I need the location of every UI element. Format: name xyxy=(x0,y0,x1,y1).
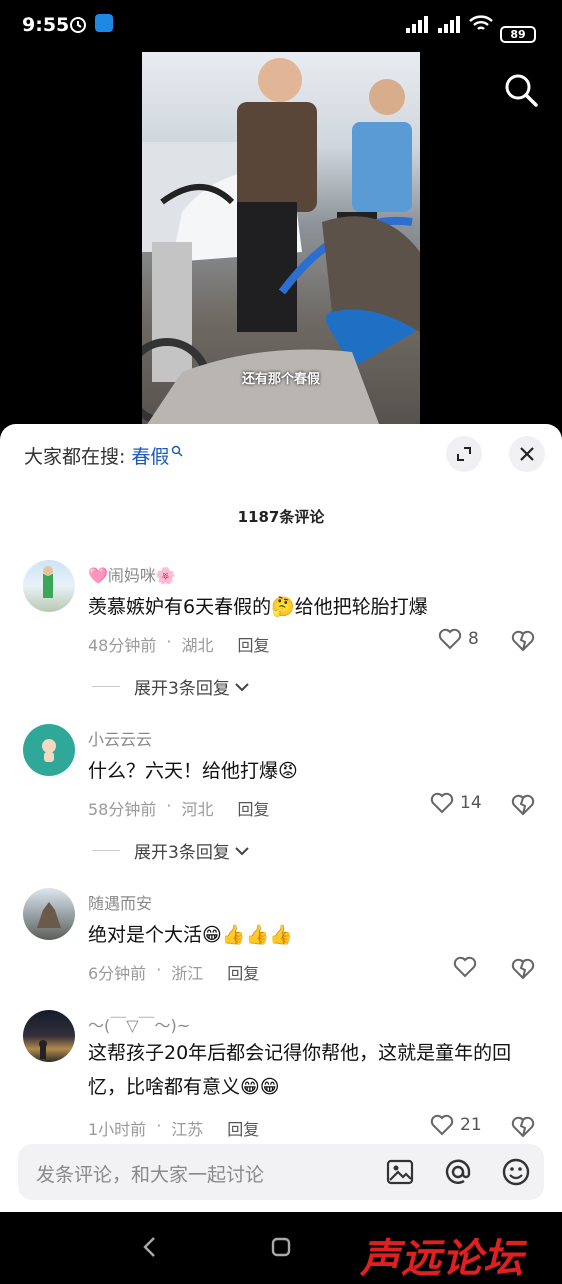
status-bar: 9:55 89 xyxy=(0,0,562,52)
avatar-figure xyxy=(42,739,56,762)
trending-search-label: 大家都在搜: xyxy=(24,445,126,468)
search-icon[interactable] xyxy=(503,72,539,108)
trending-search-bar: 大家都在搜: 春假 xyxy=(24,440,183,470)
comment-meta: 6分钟前 · 浙江 回复 xyxy=(88,960,260,984)
close-button[interactable] xyxy=(509,436,545,472)
chevron-down-icon xyxy=(235,682,249,691)
comment-input-bar[interactable]: 发条评论，和大家一起讨论 xyxy=(18,1144,544,1200)
comment-time: 6分钟前 xyxy=(88,964,147,983)
like-button[interactable]: 21 xyxy=(430,1114,482,1136)
like-count: 8 xyxy=(468,629,479,649)
comment-meta: 48分钟前 · 湖北 回复 xyxy=(88,632,270,656)
signal-icon xyxy=(406,16,428,33)
dislike-icon[interactable] xyxy=(511,630,535,652)
heart-icon xyxy=(438,628,462,650)
heart-icon xyxy=(430,1114,454,1136)
like-button[interactable] xyxy=(453,956,477,978)
comment-item: ～(￣▽￣～)~ 这帮孩子20年后都会记得你帮他，这就是童年的回忆，比啥都有意义… xyxy=(0,1010,562,1150)
comment-author[interactable]: 小云云云 xyxy=(88,726,152,750)
reply-button[interactable]: 回复 xyxy=(237,632,269,656)
comment-location: 湖北 xyxy=(181,636,214,655)
back-icon[interactable] xyxy=(140,1236,160,1258)
comment-location: 河北 xyxy=(181,800,214,819)
avatar[interactable] xyxy=(23,560,75,612)
comment-item: 🩷闹妈咪🌸 羡慕嫉妒有6天春假的🤔给他把轮胎打爆 48分钟前 · 湖北 回复 8… xyxy=(0,560,562,710)
reply-button[interactable]: 回复 xyxy=(227,1116,259,1140)
avatar[interactable] xyxy=(23,1010,75,1062)
comment-count: 1187条评论 xyxy=(237,508,325,526)
app-notification-icon xyxy=(95,14,113,32)
comment-sheet: 大家都在搜: 春假 1187条评论 🩷闹妈咪🌸 羡慕嫉妒有6天春假的🤔给他把轮胎… xyxy=(0,424,562,1212)
comment-text[interactable]: 羡慕嫉妒有6天春假的🤔给他把轮胎打爆 xyxy=(88,590,543,624)
watermark-logo: 声远论坛 xyxy=(360,1236,524,1282)
reply-button[interactable]: 回复 xyxy=(227,960,259,984)
comment-location: 江苏 xyxy=(171,1120,204,1139)
alarm-icon xyxy=(70,17,86,33)
dislike-icon[interactable] xyxy=(511,1116,535,1138)
divider xyxy=(92,686,120,687)
comment-time: 58分钟前 xyxy=(88,800,157,819)
expand-replies-button[interactable]: 展开3条回复 xyxy=(92,674,250,699)
comment-text[interactable]: 这帮孩子20年后都会记得你帮他，这就是童年的回忆，比啥都有意义😁😁 xyxy=(88,1036,543,1104)
avatar-figure xyxy=(39,1040,47,1059)
comment-author[interactable]: ～(￣▽￣～)~ xyxy=(88,1012,190,1036)
comment-item: 小云云云 什么？六天！给他打爆😡 58分钟前 · 河北 回复 14 展开3条回复 xyxy=(0,724,562,874)
comment-location: 浙江 xyxy=(171,964,204,983)
chevron-down-icon xyxy=(235,846,249,855)
wifi-icon xyxy=(469,15,493,30)
expand-replies-label: 展开3条回复 xyxy=(134,843,230,863)
avatar-figure xyxy=(43,566,53,598)
video-player[interactable]: 还有那个春假 xyxy=(0,52,562,432)
heart-icon xyxy=(453,956,477,978)
close-icon xyxy=(520,447,534,461)
expand-replies-button[interactable]: 展开3条回复 xyxy=(92,838,250,863)
at-mention-icon[interactable] xyxy=(442,1156,474,1188)
dislike-icon[interactable] xyxy=(511,958,535,980)
heart-icon xyxy=(430,792,454,814)
video-caption: 还有那个春假 xyxy=(241,372,320,387)
like-count: 21 xyxy=(460,1115,482,1135)
image-icon[interactable] xyxy=(384,1156,416,1188)
avatar[interactable] xyxy=(23,724,75,776)
like-button[interactable]: 14 xyxy=(430,792,482,814)
expand-replies-label: 展开3条回复 xyxy=(134,679,230,699)
emoji-icon[interactable] xyxy=(500,1156,532,1188)
expand-button[interactable] xyxy=(446,436,482,472)
avatar[interactable] xyxy=(23,888,75,940)
comment-time: 1小时前 xyxy=(88,1120,147,1139)
reply-button[interactable]: 回复 xyxy=(237,796,269,820)
expand-icon xyxy=(457,447,471,461)
comment-item: 随遇而安 绝对是个大活😁👍👍👍 6分钟前 · 浙江 回复 xyxy=(0,888,562,998)
comment-meta: 58分钟前 · 河北 回复 xyxy=(88,796,270,820)
battery-icon: 89 xyxy=(500,26,536,43)
comment-input-placeholder[interactable]: 发条评论，和大家一起讨论 xyxy=(36,1160,264,1187)
comment-meta: 1小时前 · 江苏 回复 xyxy=(88,1116,260,1140)
comment-author[interactable]: 随遇而安 xyxy=(88,890,152,914)
like-button[interactable]: 8 xyxy=(438,628,479,650)
comment-time: 48分钟前 xyxy=(88,636,157,655)
home-icon[interactable] xyxy=(270,1236,292,1258)
signal-icon-2 xyxy=(438,16,460,33)
dislike-icon[interactable] xyxy=(511,794,535,816)
search-small-icon xyxy=(172,445,183,457)
video-frame[interactable]: 还有那个春假 xyxy=(142,52,420,432)
comment-author[interactable]: 🩷闹妈咪🌸 xyxy=(88,562,176,586)
status-time: 9:55 xyxy=(22,14,70,36)
comment-text[interactable]: 绝对是个大活😁👍👍👍 xyxy=(88,918,543,952)
trending-search-keyword[interactable]: 春假 xyxy=(131,442,169,469)
avatar-figure xyxy=(37,902,61,928)
divider xyxy=(92,850,120,851)
comment-text[interactable]: 什么？六天！给他打爆😡 xyxy=(88,754,543,788)
like-count: 14 xyxy=(460,793,482,813)
